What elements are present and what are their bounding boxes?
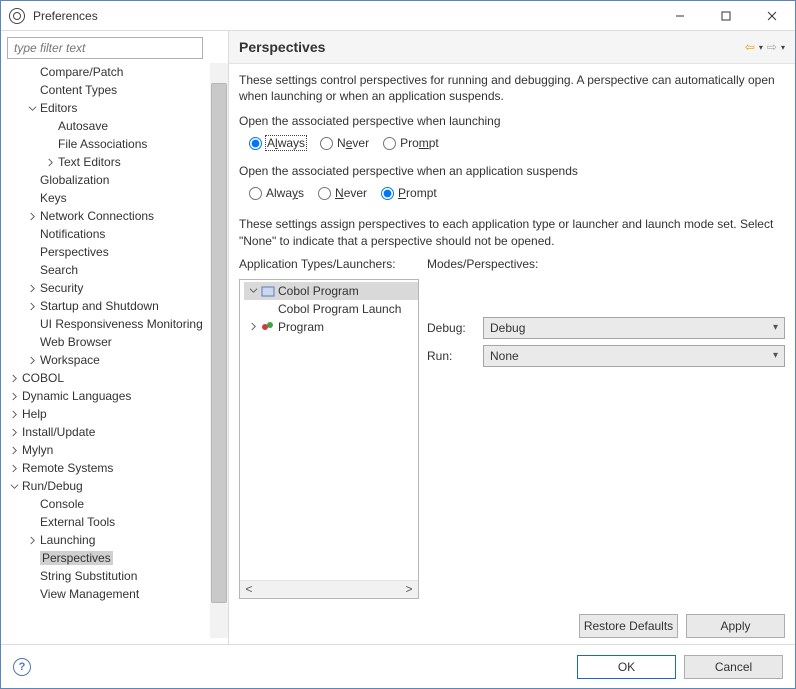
tree-item-perspectives[interactable]: Perspectives xyxy=(40,245,109,259)
tree-item-editors[interactable]: Editors xyxy=(40,101,77,115)
tree-item-view-management[interactable]: View Management xyxy=(40,587,139,601)
close-button[interactable] xyxy=(749,1,795,30)
chevron-right-icon[interactable] xyxy=(25,281,39,295)
debug-select[interactable]: Debug▾ xyxy=(483,317,785,339)
scroll-left-icon[interactable]: < xyxy=(240,582,258,596)
chevron-right-icon[interactable] xyxy=(43,155,57,169)
chevron-right-icon[interactable] xyxy=(7,443,21,457)
chevron-right-icon[interactable] xyxy=(246,320,260,334)
tree-item-globalization[interactable]: Globalization xyxy=(40,173,109,187)
tree-item-cobol[interactable]: COBOL xyxy=(22,371,64,385)
maximize-button[interactable] xyxy=(703,1,749,30)
tree-item-string-substitution[interactable]: String Substitution xyxy=(40,569,137,583)
minimize-button[interactable] xyxy=(657,1,703,30)
window-controls xyxy=(657,1,795,30)
cobol-icon xyxy=(261,284,275,298)
back-menu-icon[interactable]: ▾ xyxy=(759,43,763,52)
radio-launch-never[interactable]: Never xyxy=(320,136,369,150)
group-suspend-label: Open the associated perspective when an … xyxy=(239,164,785,178)
tree-item-help[interactable]: Help xyxy=(22,407,47,421)
scroll-right-icon[interactable]: > xyxy=(400,582,418,596)
radio-suspend-never[interactable]: Never xyxy=(318,186,367,200)
app-tree-item-cobol-launch[interactable]: Cobol Program Launch xyxy=(244,300,418,318)
chevron-right-icon[interactable] xyxy=(7,407,21,421)
tree-item-external-tools[interactable]: External Tools xyxy=(40,515,115,529)
run-select[interactable]: None▾ xyxy=(483,345,785,367)
app-tree-item-cobol-program[interactable]: Cobol Program xyxy=(244,282,418,300)
app-tree-item-program[interactable]: Program xyxy=(244,318,418,336)
radio-launch-always[interactable]: Always xyxy=(249,136,306,150)
tree-item-rd-perspectives[interactable]: Perspectives xyxy=(40,551,113,565)
tree-item-dynamic-languages[interactable]: Dynamic Languages xyxy=(22,389,131,403)
app-types-tree[interactable]: Cobol Program Cobol Program Launch Progr… xyxy=(239,279,419,599)
filter-input[interactable] xyxy=(7,37,203,59)
help-icon[interactable]: ? xyxy=(13,658,31,676)
back-icon[interactable]: ⇦ xyxy=(745,40,755,54)
tree-item-text-editors[interactable]: Text Editors xyxy=(58,155,121,169)
tree-item-ui-responsiveness[interactable]: UI Responsiveness Monitoring xyxy=(40,317,203,331)
modes-label: Modes/Perspectives: xyxy=(427,257,785,271)
chevron-down-icon[interactable] xyxy=(246,284,260,298)
app-icon xyxy=(9,8,25,24)
app-types-label: Application Types/Launchers: xyxy=(239,257,419,271)
chevron-down-icon: ▾ xyxy=(773,322,778,333)
chevron-right-icon[interactable] xyxy=(25,533,39,547)
chevron-down-icon: ▾ xyxy=(773,350,778,361)
assign-intro: These settings assign perspectives to ea… xyxy=(239,216,785,248)
program-icon xyxy=(261,320,275,334)
forward-icon[interactable]: ⇨ xyxy=(767,40,777,54)
restore-defaults-button[interactable]: Restore Defaults xyxy=(579,614,678,638)
chevron-right-icon[interactable] xyxy=(7,389,21,403)
ok-button[interactable]: OK xyxy=(577,655,676,679)
tree-item-compare-patch[interactable]: Compare/Patch xyxy=(40,65,123,79)
window-title: Preferences xyxy=(33,9,657,23)
intro-text: These settings control perspectives for … xyxy=(239,72,785,104)
tree-item-notifications[interactable]: Notifications xyxy=(40,227,105,241)
debug-label: Debug: xyxy=(427,321,483,335)
chevron-right-icon[interactable] xyxy=(7,371,21,385)
page-title: Perspectives xyxy=(239,39,745,55)
radio-group-suspend: Always Never Prompt xyxy=(239,184,785,204)
tree-item-launching[interactable]: Launching xyxy=(40,533,95,547)
chevron-right-icon[interactable] xyxy=(25,209,39,223)
chevron-right-icon[interactable] xyxy=(7,461,21,475)
chevron-down-icon[interactable] xyxy=(7,479,21,493)
tree-item-install-update[interactable]: Install/Update xyxy=(22,425,95,439)
chevron-right-icon[interactable] xyxy=(25,353,39,367)
run-label: Run: xyxy=(427,349,483,363)
app-tree-hscroll[interactable]: < > xyxy=(240,580,418,598)
preferences-window: Preferences Compare/Patch Content Types xyxy=(0,0,796,689)
radio-suspend-prompt[interactable]: Prompt xyxy=(381,186,437,200)
tree-item-keys[interactable]: Keys xyxy=(40,191,67,205)
tree-item-run-debug[interactable]: Run/Debug xyxy=(22,479,83,493)
tree-item-remote-systems[interactable]: Remote Systems xyxy=(22,461,113,475)
group-launching-label: Open the associated perspective when lau… xyxy=(239,114,785,128)
radio-launch-prompt[interactable]: Prompt xyxy=(383,136,439,150)
tree-item-search[interactable]: Search xyxy=(40,263,78,277)
chevron-right-icon[interactable] xyxy=(7,425,21,439)
tree-item-security[interactable]: Security xyxy=(40,281,83,295)
tree-item-mylyn[interactable]: Mylyn xyxy=(22,443,53,457)
apply-button[interactable]: Apply xyxy=(686,614,785,638)
tree-scrollbar[interactable] xyxy=(210,63,228,638)
sidebar: Compare/Patch Content Types Editors Auto… xyxy=(1,31,229,644)
tree-item-content-types[interactable]: Content Types xyxy=(40,83,117,97)
tree-item-console[interactable]: Console xyxy=(40,497,84,511)
page-header: Perspectives ⇦ ▾ ⇨ ▾ xyxy=(229,31,795,64)
chevron-down-icon[interactable] xyxy=(25,101,39,115)
titlebar: Preferences xyxy=(1,1,795,31)
tree-item-file-associations[interactable]: File Associations xyxy=(58,137,147,151)
tree-item-startup[interactable]: Startup and Shutdown xyxy=(40,299,159,313)
tree-item-network[interactable]: Network Connections xyxy=(40,209,154,223)
preferences-tree[interactable]: Compare/Patch Content Types Editors Auto… xyxy=(7,63,210,638)
chevron-right-icon[interactable] xyxy=(25,299,39,313)
radio-suspend-always[interactable]: Always xyxy=(249,186,304,200)
tree-item-workspace[interactable]: Workspace xyxy=(40,353,100,367)
radio-group-launching: Always Never Prompt xyxy=(239,134,785,154)
cancel-button[interactable]: Cancel xyxy=(684,655,783,679)
tree-item-autosave[interactable]: Autosave xyxy=(58,119,108,133)
tree-item-web-browser[interactable]: Web Browser xyxy=(40,335,112,349)
forward-menu-icon[interactable]: ▾ xyxy=(781,43,785,52)
